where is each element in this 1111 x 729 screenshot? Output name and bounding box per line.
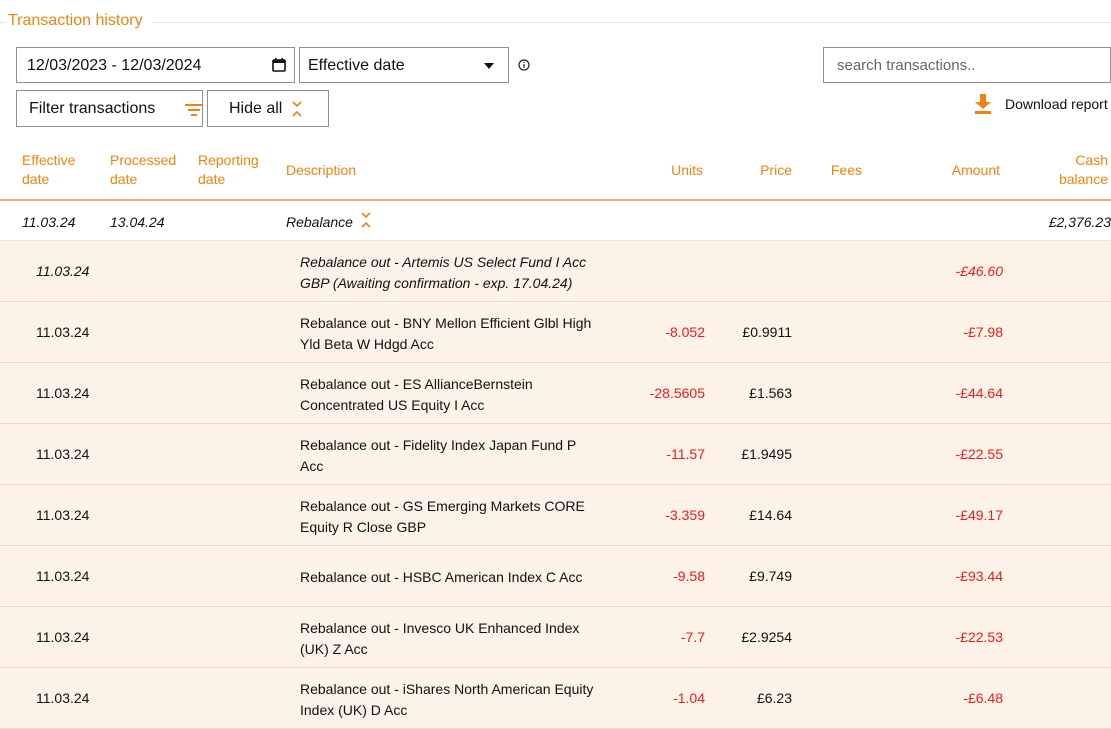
row-effective-date: 11.03.24 bbox=[36, 690, 90, 706]
row-price: £14.64 bbox=[749, 507, 792, 523]
row-units: -9.58 bbox=[673, 568, 705, 584]
row-units: -8.052 bbox=[665, 324, 705, 340]
date-type-value: Effective date bbox=[308, 57, 405, 74]
row-units: -1.04 bbox=[673, 690, 705, 706]
caret-down-icon bbox=[484, 63, 494, 69]
section-title: Transaction history bbox=[8, 12, 143, 29]
download-report-label: Download report bbox=[1005, 96, 1108, 112]
row-effective-date: 11.03.24 bbox=[36, 507, 90, 523]
date-range-picker[interactable]: 12/03/2023 - 12/03/2024 bbox=[16, 47, 295, 83]
row-description: Rebalance out - ES AllianceBernstein Con… bbox=[300, 376, 533, 413]
search-input[interactable] bbox=[835, 56, 1099, 75]
download-report-link[interactable]: Download report bbox=[975, 92, 1111, 118]
column-header-cash-balance[interactable]: Cash balance bbox=[1048, 151, 1108, 189]
table-row[interactable]: 11.03.24 Rebalance out - HSBC American I… bbox=[0, 546, 1111, 607]
column-header-effective-date[interactable]: Effective date bbox=[22, 151, 82, 189]
row-effective-date: 11.03.24 bbox=[36, 263, 90, 279]
row-amount: -£6.48 bbox=[963, 690, 1003, 706]
hide-all-label: Hide all bbox=[229, 100, 283, 117]
row-description: Rebalance out - Invesco UK Enhanced Inde… bbox=[300, 620, 580, 657]
row-effective-date: 11.03.24 bbox=[36, 385, 90, 401]
row-amount: -£22.53 bbox=[955, 629, 1003, 645]
section-header: Transaction history bbox=[0, 10, 1111, 34]
date-type-select[interactable]: Effective date bbox=[299, 47, 509, 83]
section-divider-left bbox=[0, 22, 6, 23]
table-row[interactable]: 11.03.24 Rebalance out - BNY Mellon Effi… bbox=[0, 302, 1111, 363]
transaction-group-row[interactable]: 11.03.24 13.04.24 Rebalance £2,376.23 bbox=[0, 201, 1111, 241]
row-amount: -£93.44 bbox=[955, 568, 1003, 584]
row-effective-date: 11.03.24 bbox=[36, 629, 90, 645]
table-row[interactable]: 11.03.24 Rebalance out - Artemis US Sele… bbox=[0, 241, 1111, 302]
row-price: £0.9911 bbox=[742, 324, 792, 340]
row-amount: -£46.60 bbox=[955, 263, 1003, 279]
row-units: -3.359 bbox=[665, 507, 705, 523]
row-effective-date: 11.03.24 bbox=[36, 446, 90, 462]
column-header-description[interactable]: Description bbox=[286, 161, 356, 180]
row-price: £1.9495 bbox=[741, 446, 792, 462]
filter-transactions-label: Filter transactions bbox=[29, 100, 156, 117]
column-header-units[interactable]: Units bbox=[671, 161, 703, 180]
calendar-icon[interactable] bbox=[272, 58, 286, 72]
info-icon[interactable] bbox=[518, 59, 530, 71]
group-effective-date: 11.03.24 bbox=[22, 214, 76, 230]
row-description: Rebalance out - iShares North American E… bbox=[300, 681, 594, 718]
row-description: Rebalance out - HSBC American Index C Ac… bbox=[300, 569, 583, 585]
chevrons-collapse-icon[interactable] bbox=[361, 212, 371, 228]
row-amount: -£7.98 bbox=[963, 324, 1003, 340]
filter-icon bbox=[185, 104, 203, 116]
row-units: -7.7 bbox=[680, 629, 705, 645]
row-price: £1.563 bbox=[749, 385, 792, 401]
row-description: Rebalance out - BNY Mellon Efficient Glb… bbox=[300, 315, 592, 352]
filter-transactions-button[interactable]: Filter transactions bbox=[16, 90, 203, 127]
row-description: Rebalance out - Fidelity Index Japan Fun… bbox=[300, 437, 577, 474]
group-processed-date: 13.04.24 bbox=[110, 214, 165, 230]
group-description: Rebalance bbox=[286, 214, 353, 230]
hide-all-button[interactable]: Hide all bbox=[207, 90, 329, 127]
column-header-processed-date[interactable]: Processed date bbox=[110, 151, 180, 189]
row-effective-date: 11.03.24 bbox=[36, 324, 90, 340]
column-header-fees[interactable]: Fees bbox=[831, 161, 862, 180]
chevrons-collapse-icon bbox=[292, 101, 302, 117]
row-description: Rebalance out - GS Emerging Markets CORE… bbox=[300, 498, 585, 535]
row-price: £9.749 bbox=[749, 568, 792, 584]
search-box[interactable] bbox=[823, 47, 1111, 83]
table-row[interactable]: 11.03.24 Rebalance out - Invesco UK Enha… bbox=[0, 607, 1111, 668]
table-row[interactable]: 11.03.24 Rebalance out - ES AllianceBern… bbox=[0, 363, 1111, 424]
column-header-price[interactable]: Price bbox=[760, 161, 792, 180]
group-cash-balance: £2,376.23 bbox=[1048, 214, 1111, 230]
row-effective-date: 11.03.24 bbox=[36, 568, 90, 584]
row-amount: -£44.64 bbox=[955, 385, 1003, 401]
row-units: -28.5605 bbox=[649, 385, 705, 401]
section-divider-right bbox=[152, 22, 1111, 23]
row-price: £6.23 bbox=[756, 690, 792, 706]
row-amount: -£22.55 bbox=[955, 446, 1003, 462]
table-row[interactable]: 11.03.24 Rebalance out - iShares North A… bbox=[0, 668, 1111, 729]
column-header-amount[interactable]: Amount bbox=[952, 161, 1000, 180]
row-units: -11.57 bbox=[666, 446, 705, 462]
row-price: £2.9254 bbox=[741, 629, 792, 645]
table-row[interactable]: 11.03.24 Rebalance out - GS Emerging Mar… bbox=[0, 485, 1111, 546]
row-amount: -£49.17 bbox=[955, 507, 1003, 523]
row-description: Rebalance out - Artemis US Select Fund I… bbox=[300, 254, 587, 291]
table-row[interactable]: 11.03.24 Rebalance out - Fidelity Index … bbox=[0, 424, 1111, 485]
column-header-reporting-date[interactable]: Reporting date bbox=[198, 151, 262, 189]
download-icon bbox=[975, 94, 991, 114]
date-range-value: 12/03/2023 - 12/03/2024 bbox=[27, 57, 202, 74]
